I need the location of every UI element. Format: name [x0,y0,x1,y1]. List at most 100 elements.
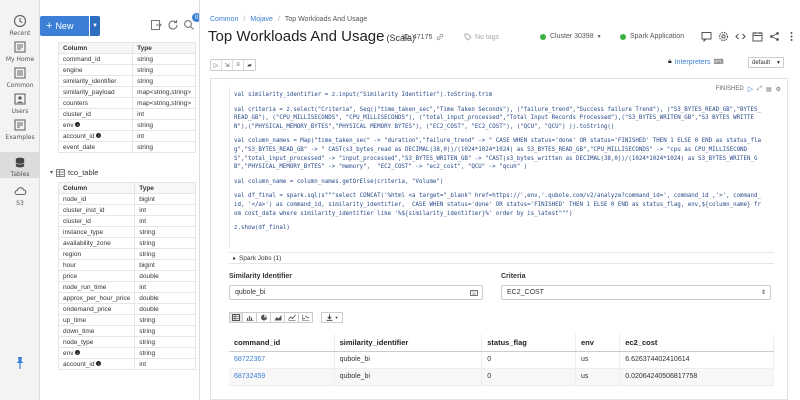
schema-row[interactable]: down_time string [57,325,196,337]
info-icon[interactable]: i [75,122,81,128]
schema-row[interactable]: node_type string [57,336,196,348]
interpreter-select-value: default [752,59,771,66]
code-icon[interactable] [735,31,746,42]
run-all-button[interactable]: ▷ [211,60,222,70]
toggle-code-button[interactable]: ⇲ [222,60,233,70]
settings-icon[interactable] [718,31,729,42]
schema-row[interactable]: instance_type string [57,226,196,238]
scheduler-icon[interactable] [752,31,763,42]
rail-item-users[interactable]: Users [0,92,40,115]
tags-text: No tags [475,33,500,41]
schema-row[interactable]: cluster_id int [57,215,196,227]
breadcrumb-mojave[interactable]: Mojave [250,16,273,23]
column-type-cell: string [134,325,196,337]
type-header: Type [134,182,196,194]
area-chart-button[interactable] [271,312,285,323]
table-tree-item-tco-table[interactable]: ▾ tco_table [50,168,98,177]
schema-row[interactable]: availability_zone string [57,237,196,249]
download-button[interactable]: ▼ [321,312,343,323]
results-column-header[interactable]: command_id [229,334,335,352]
schema-row[interactable]: event_date string [57,141,196,153]
schema-row[interactable]: cluster_inst_id int [57,204,196,216]
schema-row[interactable]: node_id bigint [57,193,196,205]
info-icon[interactable]: i [96,361,102,367]
column-name-cell: cluster_inst_id [57,204,136,216]
code-line: val criteria = z.select("Criteria", Seq(… [234,106,761,130]
home-icon [14,41,26,53]
pin-icon[interactable] [14,356,26,370]
toggle-output-button[interactable]: ≡ [233,60,244,70]
schema-row[interactable]: up_time string [57,314,196,326]
rail-item-recent[interactable]: Recent [0,14,40,37]
schema-row[interactable]: approx_per_hour_price double [57,292,196,304]
column-type-cell: int [134,215,196,227]
more-options-icon[interactable] [786,31,797,42]
new-dropdown-toggle[interactable]: ▼ [90,16,100,36]
command-id-link[interactable]: 68722367 [234,356,265,363]
cluster-status-dot [540,33,546,40]
table-icon [56,168,65,177]
similarity-identifier-input[interactable]: qubole_bi [229,285,483,300]
results-column-header[interactable]: ec2_cost [619,334,774,352]
rail-item-tables[interactable]: Tables [0,152,40,178]
spark-application-link[interactable]: Spark Application [620,33,684,40]
results-column-header[interactable]: similarity_identifier [334,334,483,352]
bar-chart-icon [246,316,253,321]
bar-chart-button[interactable] [243,312,257,323]
rail-item-common[interactable]: Common [0,66,40,89]
column-name: node_id [63,195,87,203]
results-column-header[interactable]: env [575,334,621,352]
schema-row[interactable]: env i string [57,347,196,359]
cluster-selector[interactable]: Cluster 30398 ▼ [540,33,602,40]
schema-row[interactable]: similarity_payload map<string,string> [57,86,196,98]
folder-icon [14,67,26,79]
interpreters-link[interactable]: 🔒︎ Interpreters ⌨ [668,58,724,66]
criteria-select[interactable]: EC2_COST ⇕ [501,285,771,300]
rail-item-my-home[interactable]: My Home [0,40,40,63]
schema-row[interactable]: account_id i int [57,130,196,142]
scatter-chart-button[interactable] [299,312,313,323]
column-type-cell: bigint [134,259,196,271]
command-id-link[interactable]: 68732459 [234,373,265,380]
column-name: event_date [63,143,96,151]
rail-item-examples[interactable]: Examples [0,118,40,141]
rail-item-s3[interactable]: S3 [0,184,40,207]
schema-row[interactable]: counters map<string,string> [57,97,196,109]
results-column-header[interactable]: status_flag [481,334,576,352]
share-icon[interactable] [769,31,780,42]
table-view-button[interactable] [229,312,243,323]
schema-row[interactable]: command_id string [57,53,196,65]
paragraph-settings-icon[interactable]: ⚙ [776,86,781,93]
spark-jobs-toggle[interactable]: ▸ Spark Jobs (1) [229,252,774,264]
schema-row[interactable]: ondemand_price double [57,303,196,315]
schema-row[interactable]: hour bigint [57,259,196,271]
schema-row[interactable]: node_run_time int [57,281,196,293]
link-icon[interactable] [436,33,444,41]
schema-row[interactable]: account_id i int [57,358,196,370]
pie-chart-button[interactable] [257,312,271,323]
info-icon[interactable]: i [96,133,102,139]
refresh-icon[interactable] [167,19,179,31]
info-icon[interactable]: i [75,350,81,356]
column-type-cell: string [134,347,196,359]
schema-row[interactable]: region string [57,248,196,260]
column-type-cell: string [134,226,196,238]
breadcrumb-common[interactable]: Common [210,16,238,23]
results-cell: us [575,351,621,369]
schema-row[interactable]: env i string [57,119,196,131]
schema-row[interactable]: price double [57,270,196,282]
criteria-label: Criteria [501,273,526,280]
clear-output-button[interactable]: ▰ [244,60,255,70]
export-icon[interactable] [150,19,162,31]
schema-row[interactable]: similarity_identifier string [57,75,196,87]
column-name: node_type [63,338,94,346]
schema-row[interactable]: cluster_id int [57,108,196,120]
comment-icon[interactable] [701,31,712,42]
schema-row[interactable]: engine string [57,64,196,76]
code-editor[interactable]: val similarity_identifier = z.input("Sim… [234,91,764,233]
column-type-cell: string [134,248,196,260]
line-chart-button[interactable] [285,312,299,323]
interpreter-select[interactable]: default ▼ [748,57,784,68]
new-button[interactable]: + New [40,16,89,36]
tags-field[interactable]: No tags [464,33,499,41]
